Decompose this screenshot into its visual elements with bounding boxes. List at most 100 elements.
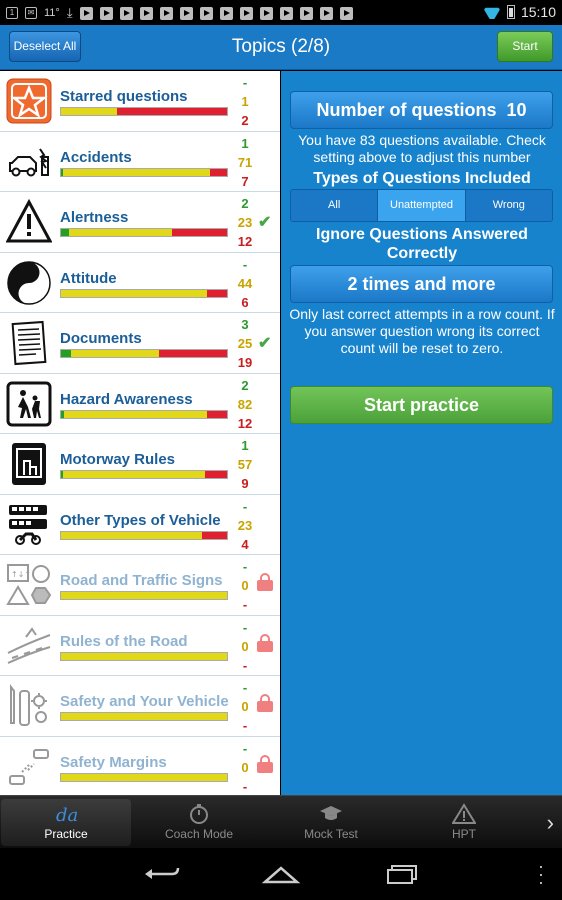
- settings-panel: Number of questions 10 You have 83 quest…: [281, 71, 562, 795]
- progress-red-segment: [158, 350, 227, 357]
- type-unattempted-option[interactable]: Unattempted: [378, 190, 466, 221]
- progress-green-segment: [61, 229, 70, 236]
- wifi-icon: [483, 5, 501, 19]
- start-button[interactable]: Start: [497, 31, 553, 62]
- star-icon: [6, 78, 52, 124]
- tab-mock-test[interactable]: Mock Test: [266, 799, 396, 846]
- wrong-count: 7: [241, 173, 249, 189]
- topic-name: Safety Margins: [60, 753, 167, 771]
- tab-practice-label: Practice: [44, 827, 88, 841]
- topic-row[interactable]: Hazard Awareness 2 82 12: [0, 373, 280, 434]
- topic-row[interactable]: Safety Margins - 0 -: [0, 736, 280, 795]
- traffic-signs-icon: ↑↓↑: [6, 562, 52, 608]
- wrong-count: 2: [241, 113, 249, 128]
- play-icon: [139, 6, 153, 20]
- progress-yellow-segment: [62, 168, 211, 176]
- lock-icon: [257, 694, 273, 712]
- correct-count: -: [242, 256, 248, 272]
- motorway-sign-icon: [6, 441, 52, 487]
- tab-hpt[interactable]: HPT: [399, 799, 529, 846]
- lock-icon: [257, 573, 273, 591]
- topic-list[interactable]: Starred questions -1 2 Accidents 1 71 7 Alertne…: [0, 71, 280, 795]
- back-icon[interactable]: [142, 862, 182, 886]
- unattempted-count: 71: [237, 154, 253, 170]
- topic-row[interactable]: Documents 3 25 19 ✔: [0, 313, 280, 374]
- play-icon: [199, 6, 213, 20]
- progress-yellow-segment: [61, 773, 227, 781]
- wrong-count: 19: [237, 355, 253, 370]
- topic-name: Alertness: [60, 209, 129, 226]
- system-status: 15:10: [483, 4, 556, 20]
- unattempted-count: 0: [241, 638, 249, 654]
- play-icon: [119, 6, 133, 20]
- available-questions-text: You have 83 questions available. Check s…: [298, 132, 546, 165]
- topic-row[interactable]: ↑↓↑ Road and Traffic Signs - 0 -: [0, 555, 280, 616]
- play-icon: [79, 6, 93, 20]
- topic-row[interactable]: Safety and Your Vehicle - 0 -: [0, 676, 280, 737]
- bottom-tab-bar: da Practice Coach Mode Mock Test HPT ›: [0, 795, 562, 848]
- system-nav-bar: · · ·: [0, 848, 562, 900]
- correct-count: -: [242, 619, 248, 635]
- topic-row[interactable]: Alertness 2 23 12 ✔: [0, 192, 280, 253]
- topic-row[interactable]: Motorway Rules 1 57 9: [0, 434, 280, 495]
- topic-name: Starred questions: [60, 88, 188, 105]
- correct-count: -: [242, 680, 248, 695]
- topic-progress-bar: [60, 228, 228, 237]
- unattempted-count: 23: [237, 215, 253, 230]
- unattempted-count: 57: [237, 457, 253, 472]
- practice-icon: da: [56, 805, 78, 825]
- topic-name: Other Types of Vehicle: [60, 511, 221, 529]
- topic-name: Documents: [60, 330, 142, 347]
- progress-yellow-segment: [61, 592, 227, 599]
- correct-count: -: [242, 559, 248, 574]
- correct-count: 1: [241, 135, 249, 151]
- topic-counts: 2 82 12: [236, 376, 254, 433]
- chevron-right-icon[interactable]: ›: [547, 810, 554, 836]
- play-icon: [239, 6, 253, 20]
- selected-check-icon[interactable]: ✔: [258, 333, 271, 353]
- progress-red-segment: [205, 471, 227, 478]
- svg-text:da: da: [56, 805, 78, 825]
- warning-sign-icon: [5, 198, 53, 245]
- ignore-correct-button[interactable]: 2 times and more: [290, 265, 553, 303]
- unattempted-count: 1: [241, 94, 249, 109]
- home-icon[interactable]: [261, 862, 301, 886]
- topic-progress-bar: [60, 167, 228, 177]
- start-practice-button[interactable]: Start practice: [290, 386, 553, 424]
- number-of-questions-button[interactable]: Number of questions 10: [290, 91, 553, 129]
- topic-progress-bar: [60, 712, 228, 721]
- menu-icon[interactable]: · · ·: [538, 857, 544, 891]
- wrong-count: 12: [237, 415, 253, 431]
- topic-progress-bar: [60, 470, 228, 479]
- tab-practice[interactable]: da Practice: [1, 799, 131, 846]
- selected-check-icon[interactable]: ✔: [258, 212, 271, 232]
- tab-coach-mode[interactable]: Coach Mode: [134, 799, 264, 846]
- topic-counts: - 0 -: [236, 618, 254, 675]
- topic-name: Safety and Your Vehicle: [60, 693, 229, 710]
- lock-icon: [257, 754, 273, 773]
- topic-counts: 3 25 19: [236, 315, 254, 372]
- progress-red-segment: [117, 108, 227, 115]
- wrong-count: -: [242, 657, 248, 673]
- graduation-cap-icon: [320, 806, 342, 820]
- topic-row[interactable]: Attitude - 44 6: [0, 252, 280, 313]
- unattempted-count: 0: [241, 699, 249, 714]
- topic-row[interactable]: Rules of the Road - 0 -: [0, 615, 280, 676]
- type-all-option[interactable]: All: [291, 190, 379, 221]
- mail-icon: ✉: [25, 7, 37, 19]
- topic-progress-bar: [60, 530, 228, 540]
- correct-count: -: [242, 740, 248, 756]
- topic-name: Accidents: [60, 148, 132, 166]
- progress-red-segment: [202, 531, 227, 539]
- number-of-questions-value: 10: [506, 100, 527, 120]
- topic-name: Motorway Rules: [60, 451, 176, 468]
- recent-apps-icon[interactable]: [382, 862, 422, 886]
- type-wrong-option[interactable]: Wrong: [465, 190, 552, 221]
- play-icon: [339, 6, 353, 20]
- topic-name: Attitude: [60, 269, 117, 287]
- topic-name: Rules of the Road: [60, 632, 188, 650]
- question-type-selector: All Unattempted Wrong: [290, 189, 553, 222]
- topic-row[interactable]: Accidents 1 71 7: [0, 131, 280, 192]
- topic-row[interactable]: Starred questions - 1 2: [0, 71, 280, 132]
- topic-row[interactable]: Other Types of Vehicle - 23 4: [0, 494, 280, 555]
